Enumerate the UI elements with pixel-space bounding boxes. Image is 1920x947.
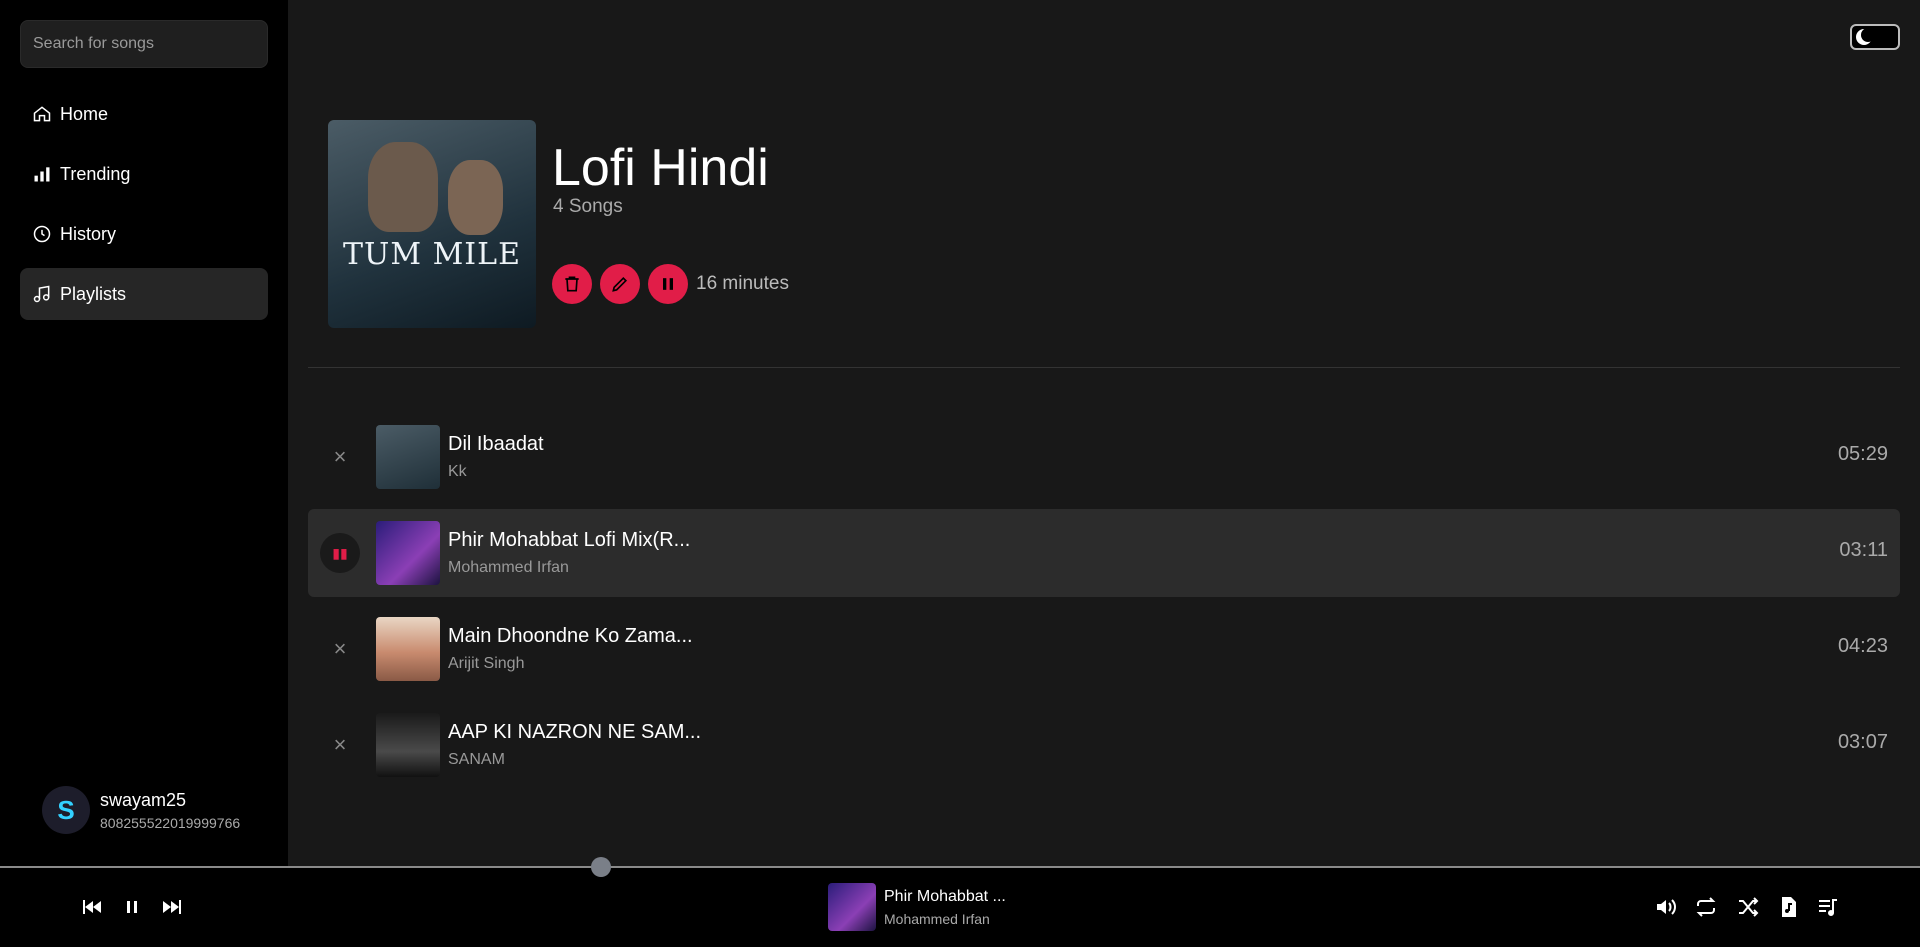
delete-playlist-button[interactable] — [552, 264, 592, 304]
previous-button[interactable] — [78, 894, 106, 920]
remove-song-button[interactable]: × — [320, 629, 360, 669]
pause-icon — [663, 278, 673, 290]
song-count: 4 Songs — [553, 196, 623, 217]
repeat-icon — [1696, 897, 1716, 917]
theme-toggle[interactable] — [1850, 24, 1900, 50]
progress-handle[interactable] — [591, 857, 611, 877]
home-icon — [33, 106, 51, 122]
playlist-title: Lofi Hindi — [552, 139, 769, 197]
edit-playlist-button[interactable] — [600, 264, 640, 304]
cover-figure — [368, 142, 438, 232]
cover-figure — [448, 160, 503, 235]
song-row[interactable]: × AAP KI NAZRON NE SAM... SANAM 03:07 — [308, 701, 1900, 789]
queue-button[interactable] — [1814, 894, 1842, 920]
music-file-icon — [1782, 897, 1796, 917]
nav-label-playlists: Playlists — [60, 283, 127, 304]
user-id: 808255522019999766 — [100, 814, 241, 831]
playlist-duration: 16 minutes — [696, 273, 789, 294]
volume-button[interactable] — [1652, 894, 1680, 920]
lyrics-button[interactable] — [1774, 894, 1802, 920]
skip-forward-icon — [163, 900, 181, 914]
divider — [308, 367, 1900, 368]
now-playing-artist: Mohammed Irfan — [884, 911, 990, 927]
queue-icon — [1819, 899, 1837, 916]
pause-button[interactable] — [118, 894, 146, 920]
song-row[interactable]: × Main Dhoondne Ko Zama... Arijit Singh … — [308, 605, 1900, 693]
search-input[interactable]: Search for songs — [20, 20, 268, 68]
pause-playlist-button[interactable] — [648, 264, 688, 304]
song-title: Main Dhoondne Ko Zama... — [448, 625, 693, 647]
trash-icon — [565, 276, 579, 292]
song-duration: 03:07 — [1837, 731, 1888, 753]
song-thumbnail — [376, 713, 440, 777]
sidebar: Search for songs Home Trending History P… — [0, 0, 288, 866]
nav-item-playlists[interactable]: Playlists — [20, 268, 268, 320]
moon-icon — [1856, 28, 1875, 45]
song-thumbnail — [376, 617, 440, 681]
history-icon — [33, 225, 51, 243]
nav-item-history[interactable]: History — [20, 208, 268, 260]
remove-song-button[interactable]: × — [320, 437, 360, 477]
progress-bar[interactable] — [0, 866, 1920, 868]
song-duration: 05:29 — [1837, 443, 1888, 465]
now-playing-thumbnail — [828, 883, 876, 931]
avatar: S — [42, 786, 90, 834]
playlist-cover: TUM MILE — [328, 120, 536, 328]
song-artist: Mohammed Irfan — [448, 559, 569, 576]
song-thumbnail — [376, 521, 440, 585]
player-bar — [0, 866, 1920, 947]
song-duration: 04:23 — [1837, 635, 1888, 657]
song-artist: Kk — [448, 463, 467, 480]
song-row-playing[interactable]: ▮▮ Phir Mohabbat Lofi Mix(R... Mohammed … — [308, 509, 1900, 597]
song-thumbnail — [376, 425, 440, 489]
now-playing-title: Phir Mohabbat ... — [884, 888, 1006, 905]
shuffle-button[interactable] — [1734, 894, 1762, 920]
main-content: TUM MILE Lofi Hindi 4 Songs 16 minutes ×… — [288, 0, 1920, 866]
skip-back-icon — [83, 900, 101, 914]
song-duration: 03:11 — [1839, 539, 1888, 561]
song-title: AAP KI NAZRON NE SAM... — [448, 721, 702, 743]
user-name: swayam25 — [100, 789, 187, 810]
song-row[interactable]: × Dil Ibaadat Kk 05:29 — [308, 413, 1900, 501]
cover-text: TUM MILE — [343, 237, 521, 272]
bar-chart-icon — [34, 167, 50, 182]
nav-label-home: Home — [60, 103, 109, 124]
song-title: Phir Mohabbat Lofi Mix(R... — [448, 529, 691, 551]
pause-icon — [127, 901, 137, 913]
repeat-button[interactable] — [1692, 894, 1720, 920]
song-artist: SANAM — [448, 751, 505, 768]
shuffle-icon — [1739, 897, 1759, 917]
music-note-icon — [33, 285, 50, 303]
nav-label-trending: Trending — [60, 163, 131, 184]
nav-label-history: History — [60, 223, 117, 244]
song-title: Dil Ibaadat — [448, 433, 544, 455]
nav-item-trending[interactable]: Trending — [20, 148, 268, 200]
remove-song-button[interactable]: × — [320, 725, 360, 765]
nav-item-home[interactable]: Home — [20, 88, 268, 140]
user-profile[interactable]: S swayam25 808255522019999766 — [42, 786, 240, 834]
next-button[interactable] — [158, 894, 186, 920]
equalizer-icon[interactable]: ▮▮ — [320, 533, 360, 573]
volume-icon — [1657, 899, 1676, 915]
pencil-icon — [612, 276, 628, 292]
song-artist: Arijit Singh — [448, 655, 525, 672]
